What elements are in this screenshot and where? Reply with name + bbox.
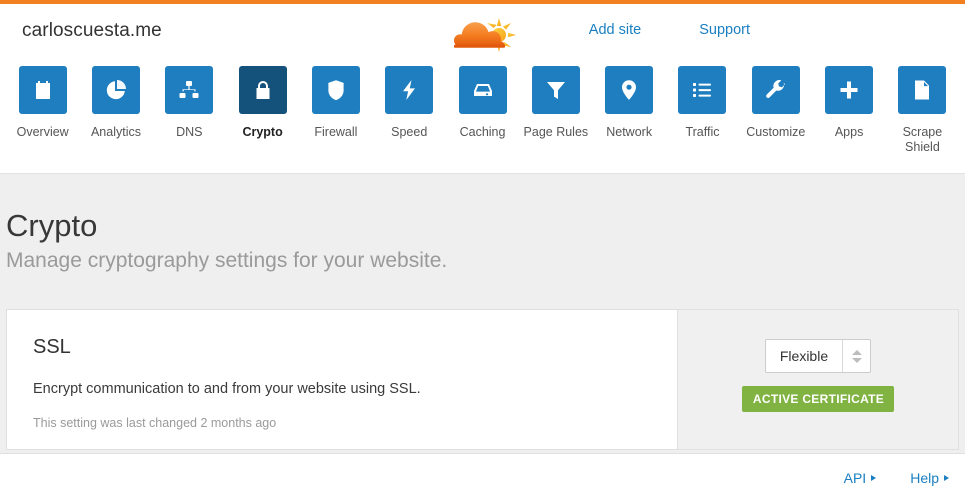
lightning-icon — [385, 66, 434, 114]
clipboard-icon — [18, 66, 67, 114]
ssl-mode-stepper[interactable] — [842, 340, 870, 372]
nav-label: Overview — [16, 125, 69, 139]
map-pin-icon — [605, 66, 654, 114]
cloudflare-dashboard: carloscuesta.me Add site Support Overvie… — [0, 0, 965, 501]
support-link[interactable]: Support — [699, 22, 750, 38]
padlock-icon — [238, 66, 287, 114]
site-header: carloscuesta.me Add site Support — [0, 4, 965, 59]
nav-item-apps[interactable]: Apps — [812, 66, 885, 140]
primary-nav: Overview Analytics DNS Crypto Firewall S… — [0, 59, 965, 174]
nav-label: Traffic — [685, 125, 720, 139]
ssl-card-control-panel: Flexible ACTIVE CERTIFICATE — [677, 310, 958, 449]
page-footer: API Help — [0, 453, 965, 501]
cloudflare-cloud-sun-logo — [450, 10, 520, 54]
help-link-label: Help — [910, 469, 939, 486]
nav-label: Apps — [834, 125, 864, 139]
nav-item-network[interactable]: Network — [593, 66, 666, 140]
ssl-mode-select[interactable]: Flexible — [765, 339, 871, 373]
page-title: Crypto — [6, 208, 98, 243]
nav-item-firewall[interactable]: Firewall — [299, 66, 372, 140]
funnel-icon — [531, 66, 580, 114]
chevron-down-icon — [851, 357, 862, 363]
nav-label: Customize — [746, 125, 806, 139]
page-header: Crypto Manage cryptography settings for … — [0, 174, 965, 273]
nav-label: Network — [606, 125, 653, 139]
nav-item-crypto[interactable]: Crypto — [226, 66, 299, 140]
nav-item-page-rules[interactable]: Page Rules — [519, 66, 592, 140]
ssl-title: SSL — [33, 336, 71, 358]
nav-item-overview[interactable]: Overview — [6, 66, 79, 140]
api-link-label: API — [843, 469, 867, 486]
help-link[interactable]: Help — [910, 470, 949, 486]
ssl-setting-card: SSL Encrypt communication to and from yo… — [6, 309, 959, 450]
shield-icon — [311, 66, 360, 114]
nav-item-dns[interactable]: DNS — [153, 66, 226, 140]
api-link[interactable]: API — [844, 470, 877, 486]
arrow-right-icon — [944, 474, 949, 481]
document-icon — [898, 66, 947, 114]
status-badge: ACTIVE CERTIFICATE — [741, 386, 895, 412]
nav-item-speed[interactable]: Speed — [373, 66, 446, 140]
settings-list: SSL Encrypt communication to and from yo… — [0, 273, 965, 450]
nav-label: Scrape Shield — [902, 125, 943, 154]
nav-item-scrape-shield[interactable]: Scrape Shield — [886, 66, 959, 155]
plus-icon — [825, 66, 874, 114]
header-links: Add site Support — [589, 22, 965, 38]
list-icon — [678, 66, 727, 114]
nav-item-analytics[interactable]: Analytics — [79, 66, 152, 140]
nav-label: Analytics — [90, 125, 141, 139]
site-name: carloscuesta.me — [22, 20, 162, 41]
nav-item-customize[interactable]: Customize — [739, 66, 812, 140]
pie-chart-icon — [91, 66, 140, 114]
nav-label: Page Rules — [523, 125, 589, 139]
nav-label: DNS — [176, 125, 203, 139]
page-subtitle: Manage cryptography settings for your we… — [6, 249, 448, 272]
ssl-description: Encrypt communication to and from your w… — [33, 381, 421, 397]
arrow-right-icon — [871, 474, 877, 481]
ssl-last-changed-note: This setting was last changed 2 months a… — [33, 416, 277, 430]
add-site-link[interactable]: Add site — [589, 22, 641, 38]
nav-item-traffic[interactable]: Traffic — [666, 66, 739, 140]
nav-label: Speed — [391, 125, 428, 139]
nav-item-caching[interactable]: Caching — [446, 66, 519, 140]
chevron-up-icon — [851, 349, 862, 355]
drive-icon — [458, 66, 507, 114]
nav-label: Caching — [459, 125, 506, 139]
nav-label: Firewall — [314, 125, 358, 139]
nav-label: Crypto — [242, 125, 283, 139]
sitemap-icon — [165, 66, 214, 114]
ssl-mode-value: Flexible — [779, 348, 829, 364]
ssl-card-body: SSL Encrypt communication to and from yo… — [7, 310, 677, 449]
wrench-icon — [751, 66, 800, 114]
